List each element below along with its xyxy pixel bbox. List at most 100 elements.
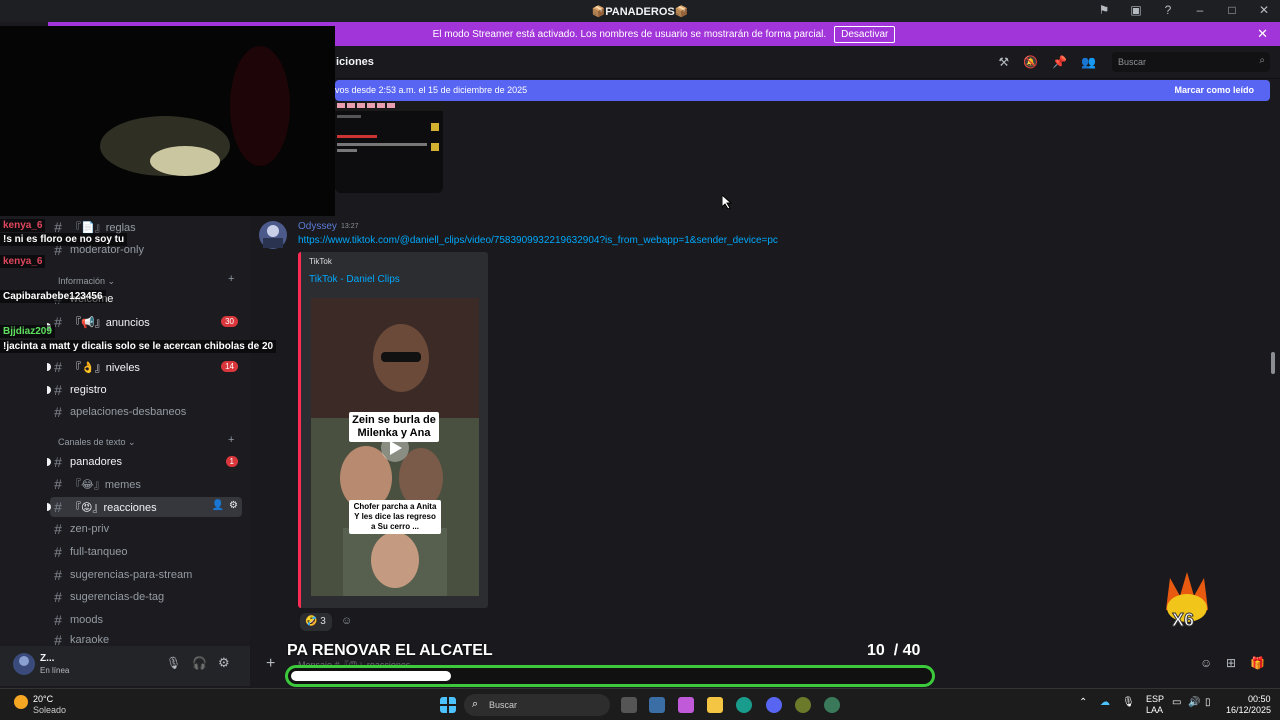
- camera-highlight: [150, 146, 220, 176]
- add-channel-icon[interactable]: +: [228, 434, 234, 446]
- channel-sugerencias-de-tag[interactable]: # sugerencias-de-tag: [50, 587, 242, 607]
- headphones-icon[interactable]: 🎧: [192, 656, 207, 670]
- goal-current: 10: [867, 642, 885, 659]
- overlay-chat-user: Capibarabebe123456: [0, 290, 106, 303]
- hash-icon: #: [54, 612, 62, 628]
- emoji-icon[interactable]: ☺: [1200, 656, 1212, 670]
- task-view-icon[interactable]: [621, 697, 637, 713]
- channel-label: apelaciones-desbaneos: [70, 406, 187, 418]
- message-link[interactable]: https://www.tiktok.com/@daniell_clips/vi…: [298, 235, 778, 246]
- obs-icon[interactable]: [824, 697, 840, 713]
- edge-icon[interactable]: [736, 697, 752, 713]
- language-code[interactable]: ESP: [1146, 694, 1164, 704]
- mention-badge: 30: [221, 316, 238, 327]
- hash-icon: #: [54, 633, 62, 646]
- category-informacion[interactable]: Información ⌄: [58, 276, 115, 287]
- channel-label: sugerencias-de-tag: [70, 591, 165, 603]
- weather-temp[interactable]: 20°C: [33, 694, 53, 704]
- pin-icon[interactable]: 📌: [1052, 55, 1067, 69]
- maximize-icon[interactable]: □: [1224, 2, 1240, 18]
- onedrive-icon[interactable]: ☁: [1100, 697, 1110, 708]
- channel-memes[interactable]: # 『😂』memes: [50, 474, 242, 494]
- network-icon[interactable]: ▭: [1172, 697, 1181, 708]
- apps-icon[interactable]: ⊞: [1226, 656, 1236, 670]
- microphone-tray-icon[interactable]: 🎙: [1122, 697, 1135, 708]
- gift-icon[interactable]: 🎁: [1250, 656, 1265, 670]
- video-thumbnail[interactable]: Zein se burla de Milenka y Ana Chofer pa…: [311, 298, 479, 596]
- overlay-chat-text: !jacinta a matt y dicalis solo se le ace…: [0, 340, 277, 353]
- goal-progress-fill: [291, 671, 451, 681]
- discord-icon[interactable]: [766, 697, 782, 713]
- mark-as-read-button[interactable]: Marcar como leído: [1174, 85, 1254, 95]
- avatar[interactable]: [12, 652, 36, 676]
- channel-panadores[interactable]: # panadores 1: [50, 452, 242, 472]
- avatar[interactable]: [258, 220, 288, 250]
- category-canales-de-texto[interactable]: Canales de texto ⌄: [58, 437, 136, 448]
- add-channel-icon[interactable]: +: [228, 273, 234, 285]
- reaction-laugh[interactable]: 🤣 3: [300, 613, 332, 631]
- mention-badge: 14: [221, 361, 238, 372]
- embed-provider: TikTok: [309, 257, 332, 266]
- channel-niveles[interactable]: # 『👌』niveles 14: [50, 357, 242, 377]
- close-window-icon[interactable]: ✕: [1256, 2, 1272, 18]
- overlay-chat-message: kenya_6: [0, 255, 46, 268]
- search-icon: ⌕: [1259, 55, 1265, 66]
- channel-reacciones[interactable]: # 『😡』reacciones 👤 ⚙: [50, 497, 242, 517]
- windows-start-icon[interactable]: [440, 697, 456, 713]
- embed-title[interactable]: TikTok - Daniel Clips: [309, 274, 400, 285]
- volume-icon[interactable]: 🔊: [1188, 697, 1200, 708]
- help-icon[interactable]: ?: [1160, 2, 1176, 18]
- clock-time[interactable]: 00:50: [1248, 694, 1271, 704]
- channel-full-tanqueo[interactable]: # full-tanqueo: [50, 542, 242, 562]
- search-placeholder: Buscar: [1118, 57, 1147, 67]
- gear-icon[interactable]: ⚙: [229, 500, 238, 511]
- previous-image-embed[interactable]: [335, 101, 443, 193]
- store-icon[interactable]: [649, 697, 665, 713]
- channel-zen-priv[interactable]: # zen-priv: [50, 519, 242, 539]
- channel-apelaciones-desbaneos[interactable]: # apelaciones-desbaneos: [50, 402, 242, 422]
- attach-plus-icon[interactable]: +: [266, 655, 275, 673]
- multiplier-text: X6: [1171, 610, 1195, 631]
- message-author[interactable]: Odyssey: [298, 221, 337, 232]
- notifications-muted-icon[interactable]: 🔕: [1023, 55, 1038, 69]
- new-messages-bar[interactable]: vos desde 2:53 a.m. el 15 de diciembre d…: [335, 80, 1270, 101]
- channel-moods[interactable]: # moods: [50, 610, 242, 630]
- disable-streamer-button[interactable]: Desactivar: [834, 25, 896, 43]
- settings-gear-icon[interactable]: ⚙: [218, 655, 230, 671]
- window-title-bar: 📦PANADEROS📦 ⚑ ▣ ? – □ ✕: [0, 0, 1280, 22]
- channel-registro[interactable]: # registro: [50, 380, 242, 400]
- hash-icon: #: [54, 454, 62, 470]
- file-explorer-icon[interactable]: [707, 697, 723, 713]
- taskbar-search[interactable]: ⌕ Buscar: [464, 694, 610, 716]
- chat-scrollbar[interactable]: [1271, 352, 1275, 374]
- channel-label: karaoke: [70, 633, 110, 646]
- add-reaction-icon[interactable]: ☺: [341, 615, 352, 627]
- invite-icon[interactable]: 👤: [212, 500, 224, 511]
- app-icon[interactable]: [795, 697, 811, 713]
- threads-icon[interactable]: ⚒: [998, 55, 1009, 69]
- channel-karaoke[interactable]: # karaoke: [50, 633, 242, 646]
- minimize-icon[interactable]: –: [1192, 2, 1208, 18]
- copilot-icon[interactable]: [678, 697, 694, 713]
- channel-name: iciones: [336, 56, 374, 68]
- members-icon[interactable]: 👥: [1081, 55, 1096, 69]
- hash-icon: #: [54, 544, 62, 560]
- hash-icon: #: [54, 359, 62, 375]
- search-input[interactable]: Buscar ⌕: [1112, 52, 1270, 72]
- inbox-flag-icon[interactable]: ⚑: [1096, 2, 1112, 18]
- channel-label: 『😂』memes: [70, 479, 141, 491]
- channel-sugerencias-para-stream[interactable]: # sugerencias-para-stream: [50, 565, 242, 585]
- screenshot-thumbnail: [335, 101, 443, 152]
- username[interactable]: Z...: [40, 653, 54, 664]
- chevron-up-icon[interactable]: ⌃: [1079, 697, 1087, 708]
- weather-icon[interactable]: [14, 695, 28, 709]
- channel-anuncios[interactable]: # 『📢』anuncios 30: [50, 312, 242, 332]
- battery-icon[interactable]: ▯: [1205, 697, 1211, 708]
- overlay-chat-user: kenya_6: [3, 256, 43, 267]
- video-caption-1: Zein se burla de Milenka y Ana: [349, 412, 439, 442]
- reaction-count: 3: [320, 616, 326, 627]
- close-banner-icon[interactable]: ✕: [1257, 26, 1268, 42]
- hash-icon: #: [54, 404, 62, 420]
- microphone-icon[interactable]: 🎙: [166, 656, 181, 670]
- inbox-icon[interactable]: ▣: [1128, 2, 1144, 18]
